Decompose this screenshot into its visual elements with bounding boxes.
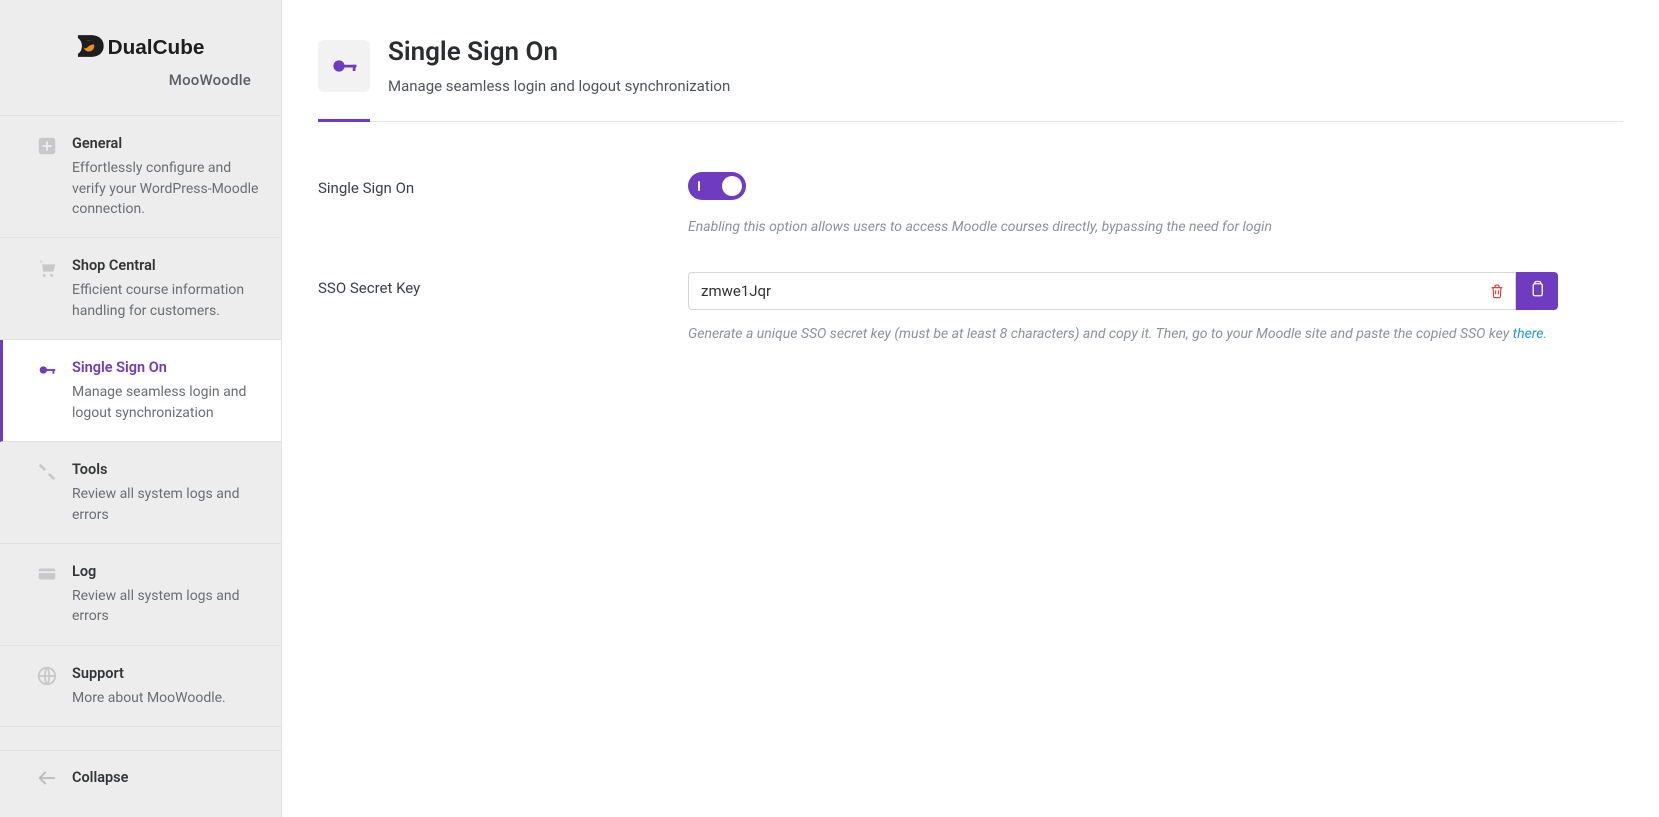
sso-key-input[interactable] [688, 272, 1516, 310]
brand-block: DualCube MooWoodle [0, 18, 281, 115]
sidebar-item-label: Shop Central [72, 256, 261, 276]
row-sso-toggle: Single Sign On Enabling this option allo… [318, 172, 1623, 238]
brand-product: MooWoodle [30, 70, 251, 91]
help-sso-key: Generate a unique SSO secret key (must b… [688, 324, 1558, 345]
plus-box-icon [36, 135, 58, 157]
sidebar-nav: General Effortlessly configure and verif… [0, 115, 281, 750]
sidebar-item-label: General [72, 134, 261, 154]
sidebar-item-label: Tools [72, 460, 261, 480]
sidebar-item-desc: Review all system logs and errors [72, 586, 261, 627]
cart-icon [36, 257, 58, 279]
row-sso-key: SSO Secret Key [318, 272, 1623, 345]
key-icon [36, 359, 58, 381]
sidebar-item-log[interactable]: Log Review all system logs and errors [0, 544, 281, 646]
toggle-on-indicator [698, 181, 700, 191]
toggle-knob [722, 176, 742, 196]
help-sso-toggle: Enabling this option allows users to acc… [688, 217, 1558, 238]
sidebar-item-desc: Review all system logs and errors [72, 484, 261, 525]
arrow-left-icon [36, 767, 58, 789]
tab-strip [318, 121, 1623, 122]
sidebar-item-general[interactable]: General Effortlessly configure and verif… [0, 116, 281, 238]
page-subtitle: Manage seamless login and logout synchro… [388, 76, 730, 97]
brand-name-text: DualCube [108, 36, 205, 59]
page-key-icon [318, 40, 370, 92]
sso-toggle[interactable] [688, 172, 746, 200]
page-header: Single Sign On Manage seamless login and… [282, 0, 1659, 121]
sidebar-item-desc: Manage seamless login and logout synchro… [72, 382, 261, 423]
card-icon [36, 563, 58, 585]
help-sso-key-post: . [1543, 326, 1547, 342]
help-sso-key-text: Generate a unique SSO secret key (must b… [688, 326, 1513, 342]
sidebar-item-label: Single Sign On [72, 358, 261, 378]
clipboard-icon [1528, 280, 1546, 301]
sidebar-item-shop[interactable]: Shop Central Efficient course informatio… [0, 238, 281, 340]
copy-button[interactable] [1516, 272, 1558, 310]
sidebar: DualCube MooWoodle General Effortlessly … [0, 0, 282, 817]
globe-icon [36, 665, 58, 687]
collapse-label: Collapse [72, 768, 128, 788]
sidebar-item-desc: Efficient course information handling fo… [72, 280, 261, 321]
trash-icon[interactable] [1488, 282, 1506, 300]
label-sso-key: SSO Secret Key [318, 272, 648, 299]
sidebar-item-label: Support [72, 664, 261, 684]
sidebar-item-tools[interactable]: Tools Review all system logs and errors [0, 442, 281, 544]
sidebar-item-sso[interactable]: Single Sign On Manage seamless login and… [0, 340, 281, 442]
sidebar-item-label: Log [72, 562, 261, 582]
page-title: Single Sign On [388, 34, 730, 70]
moodle-link[interactable]: there [1513, 326, 1544, 342]
brand-logo: DualCube [30, 28, 251, 64]
sidebar-collapse[interactable]: Collapse [0, 750, 281, 807]
label-sso-toggle: Single Sign On [318, 172, 648, 199]
sidebar-item-desc: More about MooWoodle. [72, 688, 261, 708]
main-content: Single Sign On Manage seamless login and… [282, 0, 1659, 817]
sidebar-item-support[interactable]: Support More about MooWoodle. [0, 646, 281, 728]
tools-icon [36, 461, 58, 483]
sidebar-item-desc: Effortlessly configure and verify your W… [72, 158, 261, 219]
active-tab-indicator [318, 119, 370, 122]
